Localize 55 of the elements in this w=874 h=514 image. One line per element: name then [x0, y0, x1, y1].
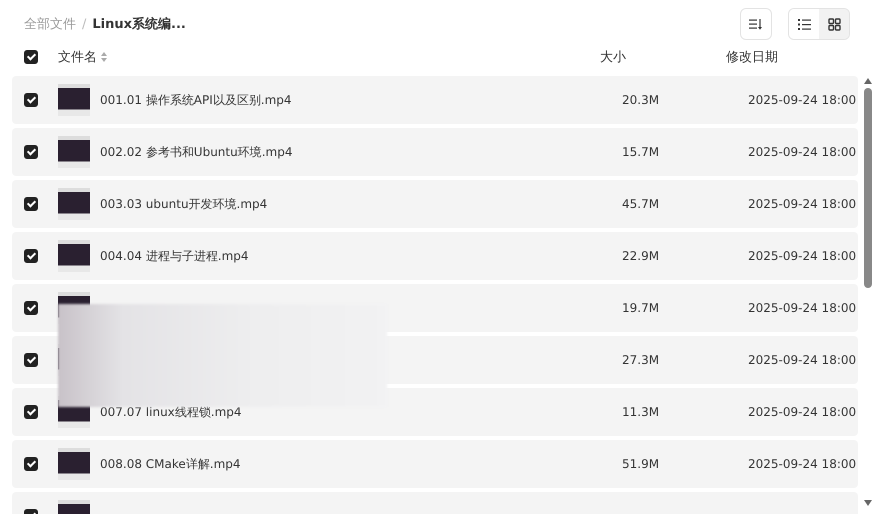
checkbox[interactable]	[24, 353, 38, 367]
column-header[interactable]: 修改日期	[726, 48, 850, 66]
breadcrumb-separator: /	[82, 16, 86, 32]
file-row[interactable]: 002.02 参考书和Ubuntu环境.mp4 15.7M 2025-09-24 18:00	[12, 128, 858, 176]
column-header[interactable]: 文件名	[58, 48, 97, 66]
column-header[interactable]: 大小	[600, 48, 726, 66]
modified-date: 2025-09-24 18:00	[748, 93, 856, 107]
modified-date: 2025-09-24 18:00	[748, 145, 856, 159]
video-thumbnail	[58, 448, 90, 480]
file-size: 15.7M	[622, 145, 660, 159]
checkbox[interactable]	[24, 93, 38, 107]
video-thumbnail	[58, 84, 90, 116]
video-thumbnail	[58, 136, 90, 168]
file-name: 001.01 操作系统API以及区别.mp4	[100, 92, 292, 106]
checkbox[interactable]	[24, 197, 38, 211]
file-name: 004.04 进程与子进程.mp4	[100, 248, 249, 262]
file-size: 22.9M	[622, 249, 660, 263]
breadcrumb-item[interactable]: Linux系统编...	[92, 15, 186, 33]
checkbox[interactable]	[24, 50, 38, 64]
file-size: 51.9M	[622, 457, 660, 471]
checkbox[interactable]	[24, 301, 38, 315]
grid-icon	[828, 18, 840, 30]
file-size: 45.7M	[622, 197, 660, 211]
file-size: 27.3M	[622, 353, 660, 367]
file-row[interactable]: 001.01 操作系统API以及区别.mp4 20.3M 2025-09-24 18:00	[12, 76, 858, 124]
file-name: 003.03 ubuntu开发环境.mp4	[100, 196, 268, 210]
view-button[interactable]	[789, 9, 819, 39]
modified-date: 2025-09-24 18:00	[748, 405, 856, 419]
modified-date: 2025-09-24 18:00	[748, 301, 856, 315]
scrollbar-thumb[interactable]	[864, 88, 872, 288]
video-thumbnail	[58, 240, 90, 272]
file-name: 007.07 linux线程锁.mp4	[100, 404, 242, 418]
list-icon	[798, 18, 810, 30]
file-row[interactable]: 004.04 进程与子进程.mp4 22.9M 2025-09-24 18:00	[12, 232, 858, 280]
file-name: 008.08 CMake详解.mp4	[100, 456, 241, 470]
checkbox[interactable]	[24, 145, 38, 159]
file-size: 19.7M	[622, 301, 660, 315]
sort-button[interactable]	[740, 8, 772, 40]
file-size: 20.3M	[622, 93, 660, 107]
file-name: 002.02 参考书和Ubuntu环境.mp4	[100, 144, 292, 158]
modified-date: 2025-09-24 18:00	[748, 197, 856, 211]
file-row[interactable]: 003.03 ubuntu开发环境.mp4 45.7M 2025-09-24 18:00	[12, 180, 858, 228]
modified-date: 2025-09-24 18:00	[748, 457, 856, 471]
checkbox[interactable]	[24, 457, 38, 471]
file-size: 11.3M	[622, 405, 660, 419]
file-row[interactable]: 008.08 CMake详解.mp4 51.9M 2025-09-24 18:00	[12, 440, 858, 488]
scroll-up-icon[interactable]	[864, 78, 872, 84]
modified-date: 2025-09-24 18:00	[748, 353, 856, 367]
sort-arrows-icon	[101, 52, 107, 62]
checkbox[interactable]	[24, 405, 38, 419]
scroll-down-icon[interactable]	[864, 500, 872, 506]
modified-date: 2025-09-24 18:00	[748, 249, 856, 263]
sort-icon	[749, 18, 763, 30]
video-thumbnail	[58, 188, 90, 220]
checkbox[interactable]	[24, 249, 38, 263]
